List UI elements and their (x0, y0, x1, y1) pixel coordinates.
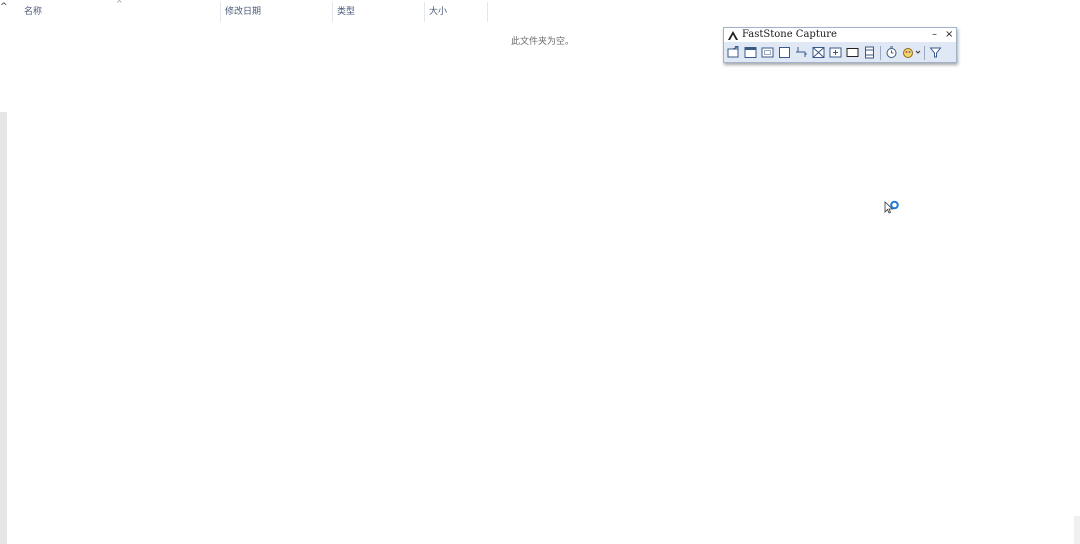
toolbar-title: FastStone Capture (742, 29, 837, 40)
scrollbar-track[interactable] (0, 112, 7, 544)
scroll-up-icon[interactable]: ^ (0, 2, 8, 12)
capture-active-window-icon[interactable] (726, 45, 741, 60)
busy-cursor-icon (884, 200, 899, 214)
capture-scrolling-window-icon[interactable] (811, 45, 826, 60)
capture-film-icon[interactable] (862, 45, 877, 60)
left-scrollbar[interactable]: ^ (0, 0, 8, 544)
window-edge (1074, 516, 1080, 544)
toolbar-separator (924, 45, 925, 60)
column-header: 名称 ^ 修改日期 类型 大小 (8, 0, 490, 22)
toolbar-title-bar[interactable]: FastStone Capture – × (724, 28, 956, 42)
column-modified-date[interactable]: 修改日期 (221, 0, 331, 22)
capture-fixed-region-icon[interactable] (828, 45, 843, 60)
capture-full-screen-icon[interactable] (794, 45, 809, 60)
faststone-logo-icon (728, 31, 738, 40)
column-type[interactable]: 类型 (333, 0, 423, 22)
screen-recorder-icon[interactable] (845, 45, 860, 60)
close-button[interactable]: × (945, 28, 953, 42)
empty-folder-message: 此文件夹为空。 (511, 37, 575, 47)
toolbar-separator (880, 45, 881, 60)
capture-window-object-icon[interactable] (743, 45, 758, 60)
minimize-button[interactable]: – (932, 28, 937, 42)
output-destination-icon[interactable] (901, 45, 921, 60)
sort-ascending-icon: ^ (116, 0, 123, 8)
faststone-capture-toolbar[interactable]: FastStone Capture – × (723, 27, 957, 63)
capture-rectangle-icon[interactable] (760, 45, 775, 60)
column-divider[interactable] (487, 2, 488, 22)
delay-timer-icon[interactable] (884, 45, 899, 60)
capture-freehand-icon[interactable] (777, 45, 792, 60)
capture-tools (726, 44, 943, 61)
column-size[interactable]: 大小 (425, 0, 485, 22)
settings-menu-icon[interactable] (928, 45, 943, 60)
